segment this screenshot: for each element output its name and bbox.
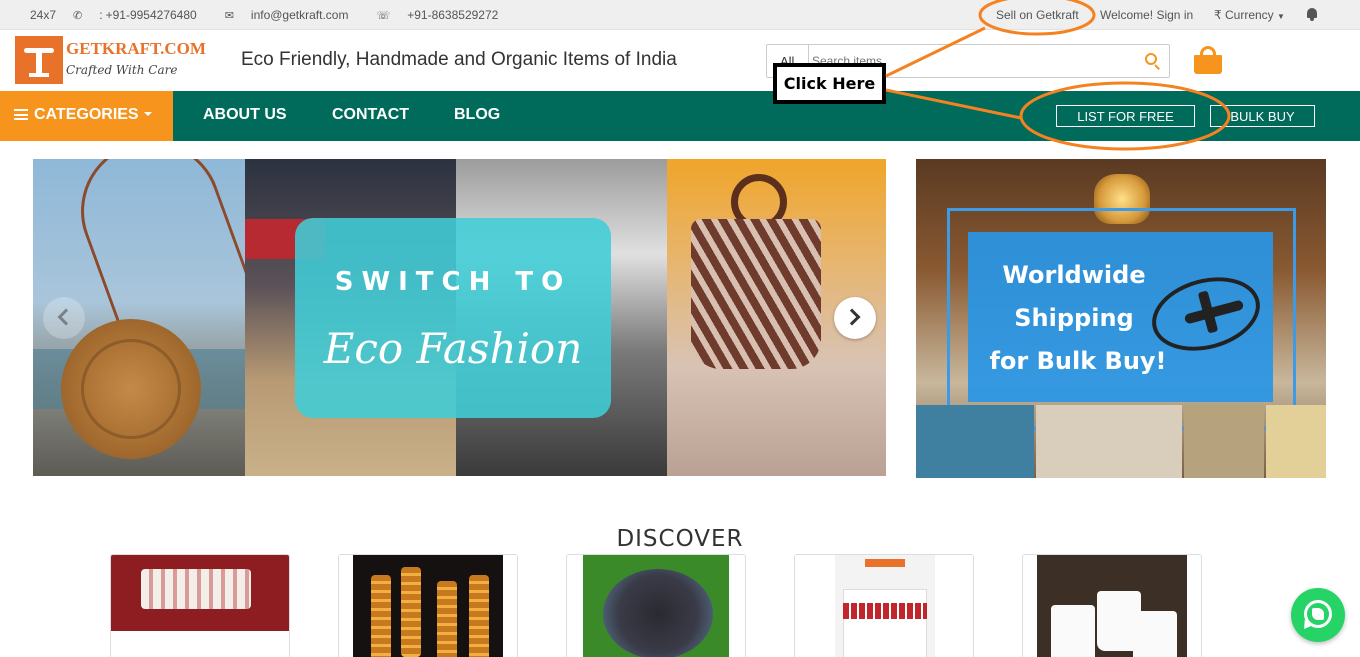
gamosa-photo: [835, 555, 935, 657]
currency-label: Currency: [1224, 8, 1274, 22]
banner-line-1: Worldwide: [1002, 261, 1146, 289]
sign-in-link[interactable]: Welcome! Sign in: [1100, 8, 1193, 22]
currency-dropdown[interactable]: ₹ Currency ▼: [1214, 8, 1285, 22]
categories-menu[interactable]: CATEGORIES: [0, 91, 173, 141]
site-tagline: Eco Friendly, Handmade and Organic Items…: [241, 49, 677, 70]
discover-card-cups[interactable]: [1022, 554, 1202, 657]
contact-info: 24x7 ✆: +91-9954276480 ✉ info@getkraft.c…: [30, 8, 526, 22]
top-bar: 24x7 ✆: +91-9954276480 ✉ info@getkraft.c…: [0, 0, 1360, 30]
sell-on-getkraft-link[interactable]: Sell on Getkraft: [996, 8, 1079, 22]
banner-line-3: for Bulk Buy!: [989, 347, 1167, 375]
hamburger-icon: [14, 109, 28, 120]
product-photo-bowls: [1036, 405, 1182, 478]
bell-icon[interactable]: [1306, 7, 1318, 21]
carousel-prev-button[interactable]: [43, 297, 85, 339]
rupee-icon: ₹: [1214, 8, 1222, 22]
bamboo-lamp-photo: [353, 555, 503, 657]
whatsapp-number: +91-8638529272: [407, 8, 499, 22]
logo-name: GETKRAFT.COM: [66, 39, 206, 58]
main-nav: CATEGORIES ABOUT US CONTACT BLOG LIST FO…: [0, 91, 1360, 141]
support-email[interactable]: ✉ info@getkraft.com: [225, 8, 363, 22]
chevron-right-icon: [843, 308, 861, 326]
carousel-next-button[interactable]: [834, 297, 876, 339]
support-hours: 24x7: [30, 8, 57, 22]
product-photo-tray: [916, 405, 1034, 478]
phone-number: +91-9954276480: [105, 8, 197, 22]
whatsapp-chat-button[interactable]: [1291, 588, 1345, 642]
discover-heading: DISCOVER: [616, 526, 744, 552]
product-photo-baskets: [1184, 405, 1264, 478]
caret-down-icon: ▼: [1277, 12, 1285, 21]
hero-text-overlay: [295, 218, 611, 418]
hero-line-2: Eco Fashion: [323, 324, 583, 373]
discover-card-tea[interactable]: [566, 554, 746, 657]
mask-photo: [111, 555, 289, 631]
banner-line-2: Shipping: [1014, 304, 1134, 332]
discover-card-gamosa[interactable]: [794, 554, 974, 657]
discover-card-lamps[interactable]: [338, 554, 518, 657]
logo[interactable]: GETKRAFT.COM Crafted With Care: [15, 36, 206, 86]
hero-carousel[interactable]: SWITCH TO Eco Fashion: [33, 159, 886, 476]
nav-about-us[interactable]: ABOUT US: [203, 106, 287, 124]
tea-bowl-photo: [583, 555, 729, 657]
categories-label: CATEGORIES: [34, 106, 139, 123]
nav-blog[interactable]: BLOG: [454, 106, 500, 124]
hero-line-1: SWITCH TO: [334, 267, 572, 297]
lamp-logo-icon: [15, 36, 63, 84]
search-icon[interactable]: [1143, 52, 1163, 72]
paper-cups-photo: [1037, 555, 1187, 657]
shopping-bag-icon[interactable]: [1193, 44, 1223, 74]
support-phone[interactable]: 24x7 ✆: +91-9954276480: [30, 8, 211, 22]
envelope-icon: ✉: [224, 9, 234, 22]
click-here-annotation: Click Here: [773, 63, 886, 104]
product-photo-label: [1266, 405, 1326, 478]
support-whatsapp[interactable]: ☏ +91-8638529272: [376, 8, 512, 22]
bulk-buy-button[interactable]: BULK BUY: [1210, 105, 1315, 127]
nav-contact[interactable]: CONTACT: [332, 106, 409, 124]
discover-card-masks[interactable]: [110, 554, 290, 657]
list-for-free-button[interactable]: LIST FOR FREE: [1056, 105, 1195, 127]
chevron-left-icon: [57, 308, 75, 326]
email-address: info@getkraft.com: [250, 8, 349, 22]
whatsapp-small-icon: ☏: [376, 9, 391, 22]
logo-tagline: Crafted With Care: [66, 63, 178, 77]
caret-down-icon: [143, 112, 152, 116]
phone-icon: ✆: [73, 9, 83, 22]
bulk-buy-banner[interactable]: Worldwide Shipping for Bulk Buy!: [916, 159, 1326, 478]
